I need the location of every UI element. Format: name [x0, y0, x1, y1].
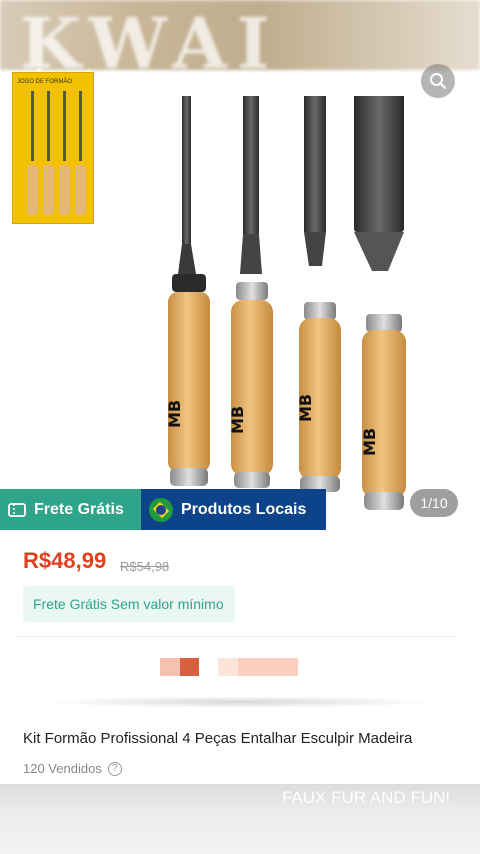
thumbnail-label: JOGO DE FORMÃO	[17, 79, 73, 85]
svg-text:MB: MB	[228, 406, 247, 434]
divider	[16, 636, 458, 637]
bottom-caption: FAUX FUR AND FUN!	[282, 788, 451, 807]
local-products-label: Produtos Locais	[181, 500, 307, 518]
sold-count: 120 Vendidos ?	[23, 761, 122, 776]
image-pager: 1/10	[410, 489, 458, 517]
shipping-note[interactable]: Frete Grátis Sem valor mínimo	[23, 586, 235, 622]
chisel-3	[299, 96, 341, 492]
original-price: R$54,98	[120, 559, 170, 574]
section-shadow	[40, 696, 440, 708]
tab-divider	[246, 72, 247, 86]
brazil-flag-icon	[149, 497, 173, 522]
swatch	[238, 658, 298, 676]
tab-divider	[141, 72, 142, 86]
search-button[interactable]	[421, 64, 455, 98]
free-shipping-label: Frete Grátis	[34, 500, 124, 518]
product-image[interactable]: MB MB MB MB	[0, 96, 480, 526]
tab-pop[interactable]: Pop.	[258, 70, 289, 87]
sold-count-text: 120 Vendidos	[23, 761, 102, 776]
current-price: R$48,99	[23, 548, 107, 573]
svg-text:MB: MB	[296, 394, 315, 422]
banner-brand-text: KWAI	[20, 2, 280, 70]
top-blurred-banner: KWAI	[0, 0, 480, 70]
tab-reputacao[interactable]: Reputação	[155, 70, 228, 87]
search-icon	[430, 73, 446, 89]
product-title: Kit Formão Profissional 4 Peças Entalhar…	[23, 730, 413, 747]
swatch	[218, 658, 238, 676]
help-icon[interactable]: ?	[107, 761, 122, 776]
svg-text:MB: MB	[360, 428, 379, 456]
swatch	[160, 658, 180, 676]
ticket-icon	[8, 502, 26, 517]
local-products-badge: Produtos Locais	[141, 489, 326, 530]
svg-text:MB: MB	[165, 400, 184, 428]
free-shipping-badge: Frete Grátis	[0, 489, 141, 530]
swatch	[180, 658, 199, 676]
